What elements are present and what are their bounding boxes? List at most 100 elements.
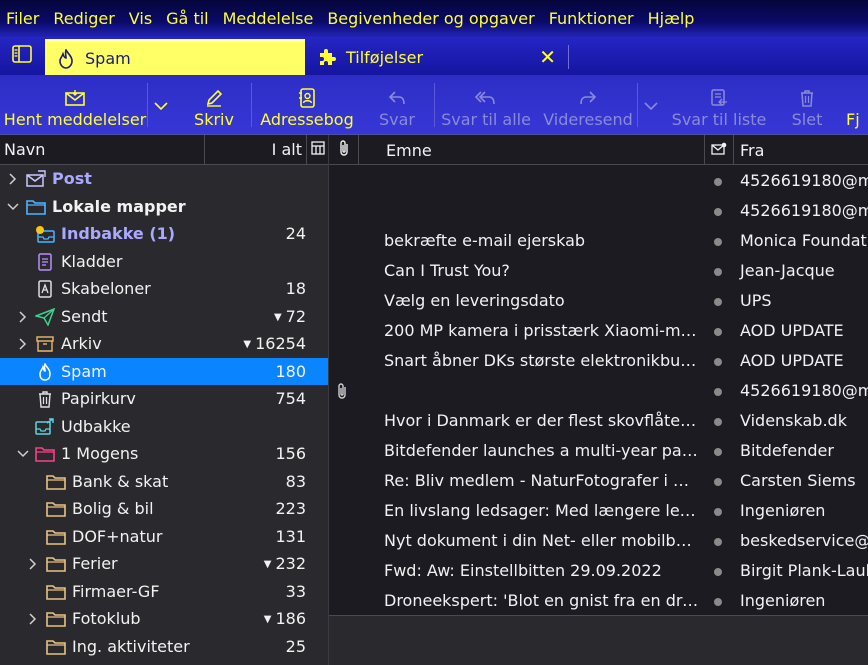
message-row[interactable]: Fwd: Aw: Einstellbitten 29.09.2022 Birgit… — [329, 556, 868, 586]
menu-funktioner[interactable]: Funktioner — [542, 0, 641, 37]
address-book-button[interactable]: Adressebog — [258, 75, 356, 135]
message-row[interactable]: En livslang ledsager: Med længere leveti… — [329, 496, 868, 526]
folder-row-papirkurv[interactable]: Papirkurv 754 — [0, 385, 328, 413]
message-row[interactable]: Vælg en leveringsdato UPS — [329, 286, 868, 316]
read-status-dot-icon[interactable] — [714, 208, 722, 216]
folder-row-lokale-mapper[interactable]: Lokale mapper — [0, 193, 328, 221]
message-row[interactable]: Can I Trust You? Jean-Jacque — [329, 256, 868, 286]
read-status-dot-icon[interactable] — [714, 358, 722, 366]
delete-button[interactable]: Slet — [786, 75, 828, 135]
write-button[interactable]: Skriv — [186, 75, 242, 135]
read-status-dot-icon[interactable] — [714, 478, 722, 486]
menu-gå-til[interactable]: Gå til — [159, 0, 215, 37]
menu-filer[interactable]: Filer — [0, 0, 46, 37]
folder-row-spam[interactable]: Spam 180 — [0, 357, 328, 385]
menu-vis[interactable]: Vis — [122, 0, 159, 37]
column-header-name[interactable]: Navn — [0, 135, 205, 165]
get-messages-button[interactable]: Hent meddelelser — [4, 75, 146, 135]
tab-spam[interactable]: Spam — [45, 39, 305, 75]
message-sender: Ingeniøren — [740, 591, 826, 610]
column-header-subject[interactable]: Emne — [386, 135, 686, 165]
folder-row-arkiv[interactable]: Arkiv ▼ 16254 — [0, 330, 328, 358]
read-status-dot-icon[interactable] — [714, 388, 722, 396]
chevron-right-icon[interactable] — [16, 337, 30, 351]
subfolder-total-indicator-icon: ▼ — [243, 339, 252, 350]
folder-row-kladder[interactable]: Kladder — [0, 248, 328, 276]
folder-row-ferier[interactable]: Ferier ▼ 232 — [0, 550, 328, 578]
column-header-total[interactable]: I alt — [205, 135, 307, 165]
message-row[interactable]: Bitdefender launches a multi-year partne… — [329, 436, 868, 466]
column-picker-icon — [310, 140, 325, 159]
chevron-down-icon[interactable] — [6, 200, 20, 214]
folder-row-ing-aktiviteter[interactable]: Ing. aktiviteter 25 — [0, 633, 328, 661]
read-status-dot-icon[interactable] — [714, 538, 722, 546]
message-row[interactable]: 4526619180@mms — [329, 196, 868, 226]
tab-addons[interactable]: Tilføjelser ✕ — [306, 39, 568, 75]
folder-row-1-mogens[interactable]: 1 Mogens 156 — [0, 440, 328, 468]
read-status-dot-icon[interactable] — [714, 328, 722, 336]
message-row[interactable]: Nyt dokument i din Net- eller mobilbank b… — [329, 526, 868, 556]
folder-row-post[interactable]: Post — [0, 165, 328, 193]
folder-row-bank-skat[interactable]: Bank & skat 83 — [0, 468, 328, 496]
message-row[interactable]: Re: Bliv medlem - NaturFotografer i Danm… — [329, 466, 868, 496]
menu-begivenheder-og-opgaver[interactable]: Begivenheder og opgaver — [320, 0, 541, 37]
toolbar-divider — [251, 83, 252, 127]
folder-row-bolig-bil[interactable]: Bolig & bil 223 — [0, 495, 328, 523]
folder-total-value: 33 — [285, 581, 306, 601]
column-header-read-status[interactable] — [705, 135, 733, 165]
column-header-subject-label: Emne — [386, 140, 432, 160]
message-row[interactable]: 4526619180@mms — [329, 166, 868, 196]
folder-total-value: 72 — [285, 306, 306, 326]
chevron-right-icon[interactable] — [26, 557, 40, 571]
read-status-dot-icon[interactable] — [714, 598, 722, 606]
folder-row-indbakke-1[interactable]: Indbakke (1) 24 — [0, 220, 328, 248]
junk-button[interactable]: Fj — [846, 75, 868, 135]
message-row[interactable]: 200 MP kamera i prisstærk Xiaomi-mobilte… — [329, 316, 868, 346]
read-status-dot-icon[interactable] — [714, 298, 722, 306]
forward-button[interactable]: Videresend — [542, 75, 634, 135]
read-status-dot-icon[interactable] — [714, 268, 722, 276]
get-messages-dropdown-button[interactable] — [150, 93, 172, 117]
read-status-dot-icon[interactable] — [714, 508, 722, 516]
close-tab-button[interactable]: ✕ — [539, 45, 556, 69]
reply-list-button[interactable]: Svar til liste — [672, 75, 766, 135]
reply-all-button[interactable]: Svar til alle — [441, 75, 531, 135]
folder-name: Ing. aktiviteter — [72, 636, 190, 656]
read-status-dot-icon[interactable] — [714, 448, 722, 456]
read-status-dot-icon[interactable] — [714, 238, 722, 246]
menu-hjælp[interactable]: Hjælp — [641, 0, 702, 37]
folder-row-fotoklub[interactable]: Fotoklub ▼ 186 — [0, 605, 328, 633]
folder-total-value: 25 — [285, 636, 306, 656]
forward-dropdown-button[interactable] — [640, 93, 662, 117]
read-status-dot-icon[interactable] — [714, 418, 722, 426]
folder-row-udbakke[interactable]: Udbakke — [0, 413, 328, 441]
column-header-attachment[interactable] — [329, 135, 358, 165]
column-header-from[interactable]: Fra — [740, 135, 868, 165]
chevron-right-icon[interactable] — [16, 310, 30, 324]
read-status-dot-icon[interactable] — [714, 568, 722, 576]
message-row[interactable]: 4526619180@mms — [329, 376, 868, 406]
folder-total-count: 33 — [286, 582, 306, 601]
menu-rediger[interactable]: Rediger — [46, 0, 121, 37]
mail-account-icon — [26, 169, 46, 189]
chevron-right-icon[interactable] — [6, 172, 20, 186]
column-picker-button[interactable] — [307, 135, 328, 165]
folder-total-value: 156 — [275, 444, 306, 463]
address-book-label: Adressebog — [260, 109, 354, 129]
message-row[interactable]: Droneekspert: 'Blot en gnist fra en dron… — [329, 586, 868, 616]
chevron-down-icon[interactable] — [16, 447, 30, 461]
folder-pane-toggle-button[interactable] — [0, 37, 44, 75]
folder-row-dof-natur[interactable]: DOF+natur 131 — [0, 523, 328, 551]
message-row[interactable]: bekræfte e-mail ejerskab Monica Foundatio… — [329, 226, 868, 256]
reply-button[interactable]: Svar — [372, 75, 422, 135]
message-row[interactable]: Hvor i Danmark er der flest skovflåter? … — [329, 406, 868, 436]
read-status-dot-icon[interactable] — [714, 178, 722, 186]
message-row[interactable]: Snart åbner DKs største elektronikbutik … — [329, 346, 868, 376]
chevron-right-icon[interactable] — [26, 612, 40, 626]
forward-label: Videresend — [543, 109, 633, 129]
folder-row-firmaer-gf[interactable]: Firmaer-GF 33 — [0, 578, 328, 606]
message-sender: UPS — [740, 291, 772, 310]
folder-row-sendt[interactable]: Sendt ▼ 72 — [0, 303, 328, 331]
folder-row-skabeloner[interactable]: Skabeloner 18 — [0, 275, 328, 303]
menu-meddelelse[interactable]: Meddelelse — [216, 0, 321, 37]
